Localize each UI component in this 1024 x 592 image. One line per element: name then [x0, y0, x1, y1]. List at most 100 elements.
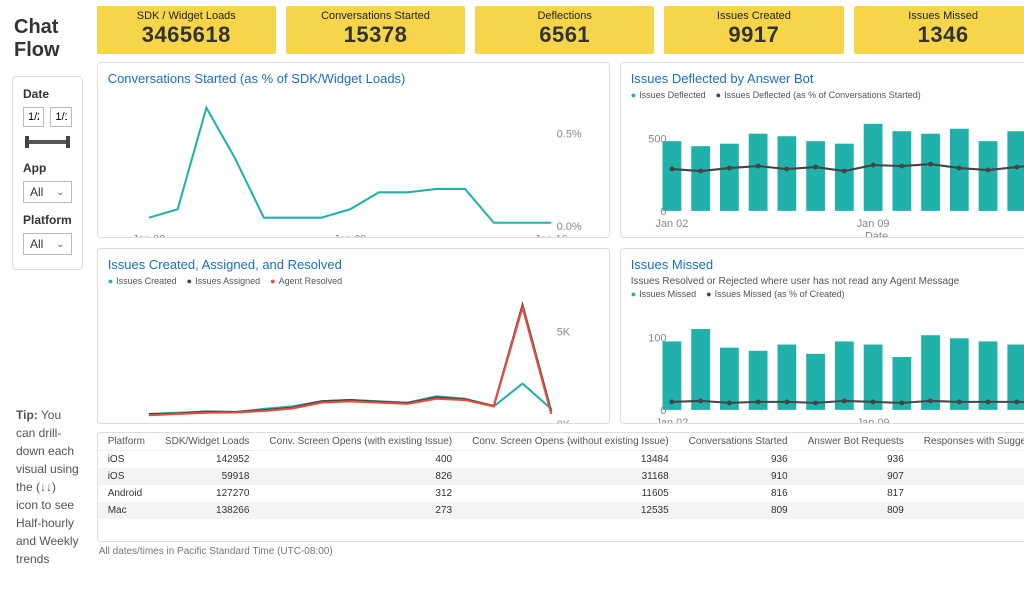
chart-legend: Issues MissedIssues Missed (as % of Crea…: [631, 289, 1024, 299]
table-cell: 816: [679, 485, 798, 502]
table-cell: Mac: [98, 502, 155, 519]
svg-text:Jan 16: Jan 16: [535, 234, 568, 238]
svg-text:0.5%: 0.5%: [556, 129, 581, 141]
chart-subtitle: Issues Resolved or Rejected where user h…: [631, 276, 1024, 287]
kpi-title: Issues Created: [664, 10, 843, 22]
table-cell: 907: [798, 468, 914, 485]
table-cell: 142952: [155, 451, 260, 469]
kpi-card[interactable]: Issues Missed 1346: [854, 6, 1024, 54]
date-to-input[interactable]: [50, 107, 71, 127]
kpi-title: Conversations Started: [286, 10, 465, 22]
table-cell: 936: [679, 451, 798, 469]
table-cell: iOS: [98, 468, 155, 485]
table-row[interactable]: Android12727031211605816817539: [98, 485, 1024, 502]
table-cell: 654: [914, 451, 1024, 469]
table-row[interactable]: Mac13826627312535809809560: [98, 502, 1024, 519]
table-cell: 273: [259, 502, 462, 519]
table-cell: 936: [798, 451, 914, 469]
kpi-title: Issues Missed: [854, 10, 1024, 22]
table-cell: 539: [914, 485, 1024, 502]
kpi-card[interactable]: SDK / Widget Loads 3465618: [97, 6, 276, 54]
chart-legend: Issues CreatedIssues AssignedAgent Resol…: [108, 276, 599, 286]
table-header[interactable]: Responses with Suggestions: [914, 433, 1024, 451]
table-cell: 809: [798, 502, 914, 519]
platform-select-value: All: [30, 237, 43, 251]
platform-label: Platform: [23, 213, 72, 227]
chart-title: Conversations Started (as % of SDK/Widge…: [108, 71, 599, 86]
table-scroll[interactable]: PlatformSDK/Widget LoadsConv. Screen Ope…: [98, 433, 1024, 541]
filters-panel: Date App All ⌄ Platform All ⌄: [12, 76, 83, 270]
svg-text:Jan 09: Jan 09: [333, 234, 366, 238]
svg-text:5K: 5K: [556, 327, 570, 339]
chart-card-missed[interactable]: Issues Missed Issues Resolved or Rejected…: [620, 248, 1024, 424]
kpi-card[interactable]: Deflections 6561: [475, 6, 654, 54]
platform-select[interactable]: All ⌄: [23, 233, 72, 255]
chart-plot: 0K5KJan 02Jan 09Jan 16Date: [108, 288, 599, 424]
kpi-title: Deflections: [475, 10, 654, 22]
svg-text:Jan 09: Jan 09: [856, 417, 889, 424]
app-label: App: [23, 161, 72, 175]
kpi-title: SDK / Widget Loads: [97, 10, 276, 22]
table-cell: Android: [98, 485, 155, 502]
kpi-row: SDK / Widget Loads 3465618Conversations …: [97, 6, 1024, 54]
date-range-slider[interactable]: [23, 133, 72, 151]
table-row[interactable]: iOS14295240013484936936654: [98, 451, 1024, 469]
svg-text:Date: Date: [865, 231, 888, 238]
svg-text:0.0%: 0.0%: [556, 221, 581, 233]
table-cell: 11605: [462, 485, 679, 502]
data-table: PlatformSDK/Widget LoadsConv. Screen Ope…: [97, 432, 1024, 542]
table-header[interactable]: Conversations Started: [679, 433, 798, 451]
chart-card-issues_car[interactable]: Issues Created, Assigned, and Resolved Is…: [97, 248, 610, 424]
chart-title: Issues Missed: [631, 257, 1024, 272]
svg-text:Jan 02: Jan 02: [655, 218, 688, 230]
table-cell: 400: [259, 451, 462, 469]
table-cell: 826: [259, 468, 462, 485]
table-cell: 817: [798, 485, 914, 502]
table-cell: 12535: [462, 502, 679, 519]
chevron-down-icon: ⌄: [56, 239, 64, 250]
table-header[interactable]: Conv. Screen Opens (without existing Iss…: [462, 433, 679, 451]
table-header[interactable]: Conv. Screen Opens (with existing Issue): [259, 433, 462, 451]
chart-card-conv_pct[interactable]: Conversations Started (as % of SDK/Widge…: [97, 62, 610, 238]
kpi-value: 1346: [854, 22, 1024, 48]
date-label: Date: [23, 87, 72, 101]
table-cell: 13484: [462, 451, 679, 469]
chevron-down-icon: ⌄: [56, 187, 64, 198]
table-header[interactable]: Platform: [98, 433, 155, 451]
svg-text:0K: 0K: [556, 419, 570, 424]
chart-plot: 01000%50%100%Jan 02Jan 09Jan 16Date: [631, 301, 1024, 424]
page-title: Chat Flow: [14, 16, 83, 62]
kpi-card[interactable]: Issues Created 9917: [664, 6, 843, 54]
footer-note: All dates/times in Pacific Standard Time…: [97, 542, 1024, 557]
svg-text:0: 0: [660, 206, 666, 218]
table-header[interactable]: Answer Bot Requests: [798, 433, 914, 451]
date-from-input[interactable]: [23, 107, 44, 127]
app-select[interactable]: All ⌄: [23, 181, 72, 203]
table-cell: 138266: [155, 502, 260, 519]
chart-legend: Issues DeflectedIssues Deflected (as % o…: [631, 90, 1024, 100]
table-cell: 606: [914, 468, 1024, 485]
tip-text: Tip: You can drill-down each visual usin…: [12, 392, 83, 592]
table-cell: 809: [679, 502, 798, 519]
table-cell: 59918: [155, 468, 260, 485]
svg-text:Jan 02: Jan 02: [132, 234, 165, 238]
kpi-card[interactable]: Conversations Started 15378: [286, 6, 465, 54]
chart-plot: 05000%50%100%Jan 02Jan 09Jan 16Date: [631, 102, 1024, 238]
table-header[interactable]: SDK/Widget Loads: [155, 433, 260, 451]
chart-plot: 0.0%0.5%Jan 02Jan 09Jan 16Date: [108, 90, 599, 238]
svg-text:500: 500: [648, 134, 666, 146]
table-cell: 31168: [462, 468, 679, 485]
table-cell: iOS: [98, 451, 155, 469]
table-cell: 127270: [155, 485, 260, 502]
kpi-value: 9917: [664, 22, 843, 48]
svg-text:Jan 02: Jan 02: [655, 417, 688, 424]
chart-card-deflected[interactable]: Issues Deflected by Answer Bot Issues Def…: [620, 62, 1024, 238]
svg-text:0: 0: [660, 405, 666, 417]
kpi-value: 15378: [286, 22, 465, 48]
chart-title: Issues Deflected by Answer Bot: [631, 71, 1024, 86]
app-select-value: All: [30, 185, 43, 199]
kpi-value: 6561: [475, 22, 654, 48]
table-row[interactable]: iOS5991882631168910907606: [98, 468, 1024, 485]
chart-title: Issues Created, Assigned, and Resolved: [108, 257, 599, 272]
svg-text:100: 100: [648, 333, 666, 345]
